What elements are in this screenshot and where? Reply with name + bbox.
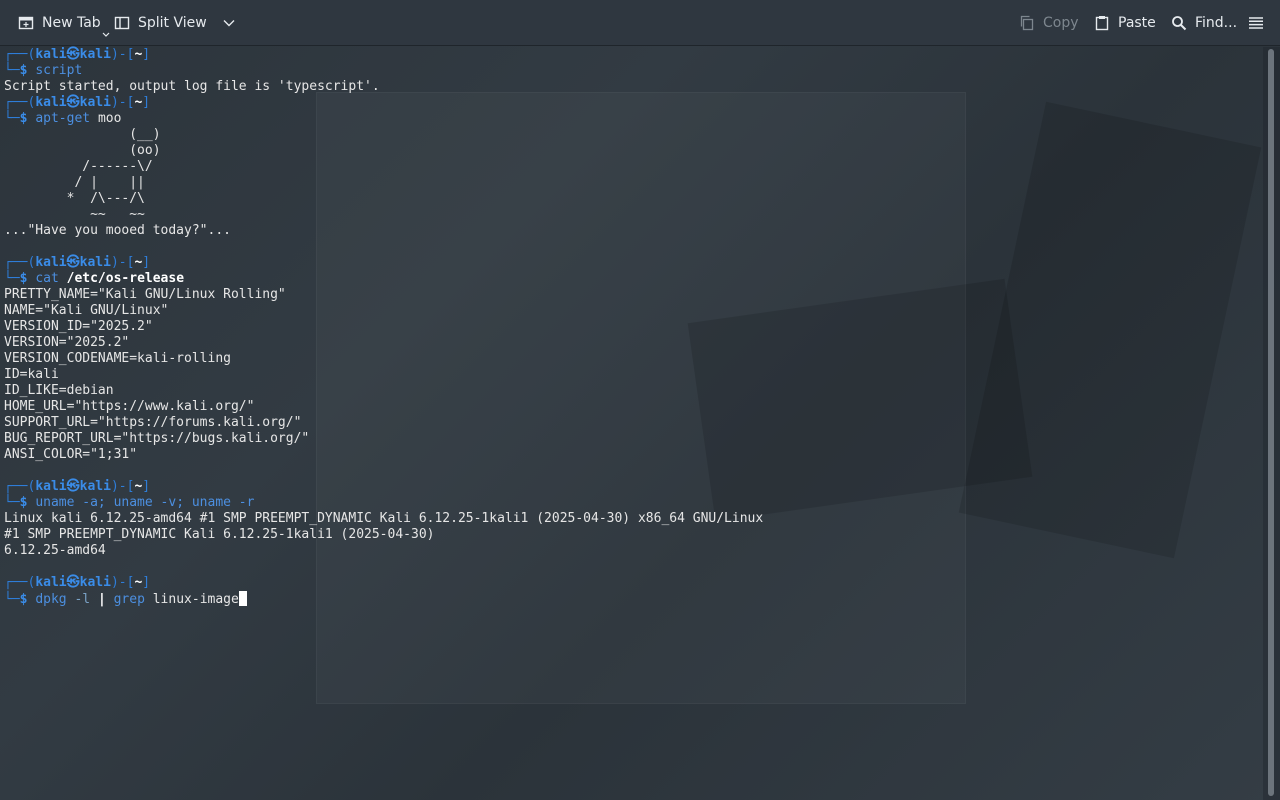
- output-line: PRETTY_NAME="Kali GNU/Linux Rolling": [4, 287, 286, 302]
- command-line: └─$ apt-get moo: [4, 111, 122, 126]
- output-line: (oo): [4, 143, 161, 158]
- copy-icon: [1020, 15, 1034, 31]
- output-line: VERSION_ID="2025.2": [4, 319, 153, 334]
- text-cursor: [238, 591, 247, 606]
- terminal-window: New Tab Split View Copy Paste Find... ┌─…: [0, 0, 1280, 800]
- output-line: #1 SMP PREEMPT_DYNAMIC Kali 6.12.25-1kal…: [4, 527, 435, 542]
- output-line: SUPPORT_URL="https://forums.kali.org/": [4, 415, 302, 430]
- command-line: └─$ script: [4, 63, 83, 78]
- output-line: ID=kali: [4, 367, 59, 382]
- vertical-scrollbar[interactable]: [1263, 47, 1280, 800]
- prompt-line: ┌──(kali㉿kali)-[~]: [4, 575, 151, 590]
- output-line: ..."Have you mooed today?"...: [4, 223, 231, 238]
- output-line: Linux kali 6.12.25-amd64 #1 SMP PREEMPT_…: [4, 511, 764, 526]
- scrollbar-thumb[interactable]: [1268, 49, 1274, 796]
- output-line: ANSI_COLOR="1;31": [4, 447, 138, 462]
- search-icon: [1172, 16, 1187, 31]
- terminal-toolbar: New Tab Split View Copy Paste Find...: [0, 0, 1280, 46]
- paste-label: Paste: [1118, 15, 1156, 31]
- find-button[interactable]: Find...: [1163, 8, 1245, 38]
- terminal-output[interactable]: ┌──(kali㉿kali)-[~] └─$ script Script sta…: [0, 47, 1262, 800]
- output-line: (__): [4, 127, 161, 142]
- copy-button[interactable]: Copy: [1011, 8, 1087, 38]
- split-view-label: Split View: [138, 15, 207, 31]
- output-line: NAME="Kali GNU/Linux": [4, 303, 169, 318]
- paste-icon: [1095, 16, 1109, 31]
- split-view-icon: [114, 16, 130, 30]
- output-line: VERSION="2025.2": [4, 335, 130, 350]
- output-line: ~~ ~~: [4, 207, 145, 222]
- output-line: BUG_REPORT_URL="https://bugs.kali.org/": [4, 431, 310, 446]
- split-view-button[interactable]: Split View: [106, 8, 243, 38]
- command-line: └─$ cat /etc/os-release: [4, 271, 185, 286]
- menu-icon: [1249, 17, 1263, 29]
- chevron-down-icon[interactable]: [223, 19, 235, 27]
- prompt-line: ┌──(kali㉿kali)-[~]: [4, 479, 151, 494]
- output-line: ID_LIKE=debian: [4, 383, 114, 398]
- output-line: Script started, output log file is 'type…: [4, 79, 380, 94]
- output-line: 6.12.25-amd64: [4, 543, 106, 558]
- current-command-line[interactable]: └─$ dpkg -l | grep linux-image: [4, 591, 247, 607]
- output-line: VERSION_CODENAME=kali-rolling: [4, 351, 231, 366]
- hamburger-menu-button[interactable]: [1240, 8, 1272, 38]
- output-line: /------\/: [4, 159, 153, 174]
- output-line: * /\---/\: [4, 191, 145, 206]
- paste-button[interactable]: Paste: [1086, 8, 1164, 38]
- output-line: / | ||: [4, 175, 145, 190]
- copy-label: Copy: [1043, 15, 1079, 31]
- find-label: Find...: [1195, 15, 1238, 31]
- new-tab-label: New Tab: [42, 15, 101, 31]
- output-line: HOME_URL="https://www.kali.org/": [4, 399, 255, 414]
- command-line: └─$ uname -a; uname -v; uname -r: [4, 495, 255, 510]
- new-tab-icon: [18, 16, 34, 30]
- prompt-line: ┌──(kali㉿kali)-[~]: [4, 47, 151, 62]
- prompt-line: ┌──(kali㉿kali)-[~]: [4, 255, 151, 270]
- new-tab-button[interactable]: New Tab: [10, 8, 110, 38]
- prompt-line: ┌──(kali㉿kali)-[~]: [4, 95, 151, 110]
